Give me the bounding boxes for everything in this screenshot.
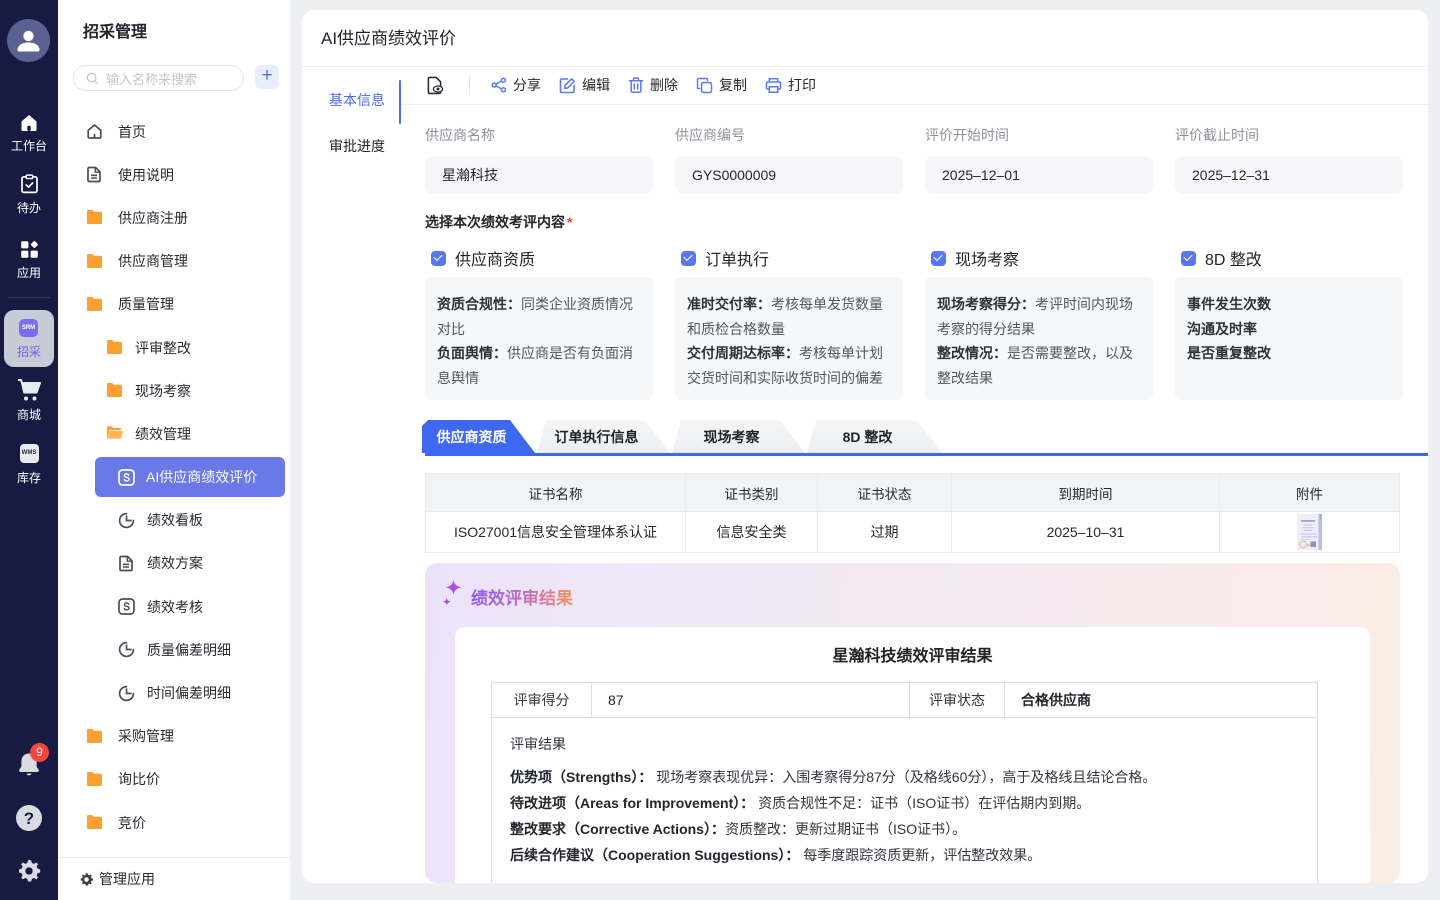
svg-text:?: ? <box>24 809 34 828</box>
